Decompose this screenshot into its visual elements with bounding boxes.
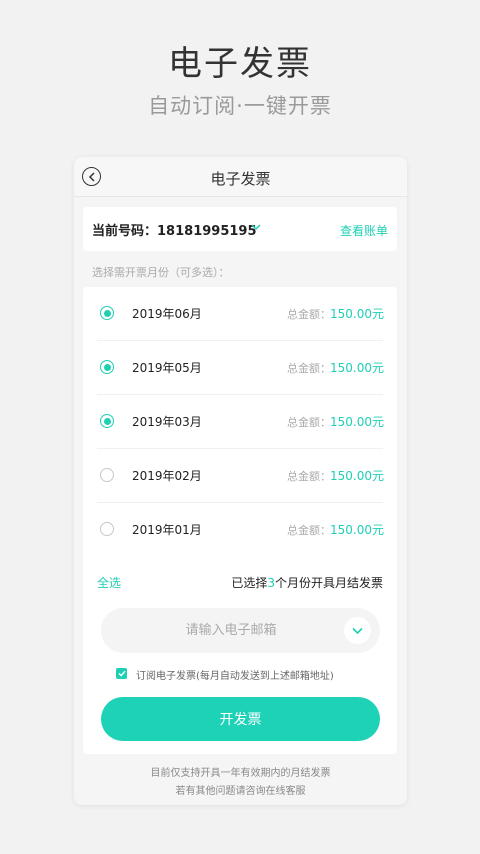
subscribe-label: 订阅电子发票(每月自动发送到上述邮箱地址) <box>136 671 334 682</box>
hero-subtitle: 自动订阅·一键开票 <box>148 94 332 118</box>
list-item[interactable]: 2019年02月 总金额： 150.00元 <box>83 449 397 503</box>
total-label: 总金额： <box>287 524 331 537</box>
month-label: 2019年06月 <box>132 307 202 321</box>
month-list: 2019年06月 总金额： 150.00元 2019年05月 总金额： 150.… <box>83 287 397 754</box>
month-radio[interactable] <box>100 360 114 374</box>
select-all-button[interactable]: 全选 <box>97 574 121 591</box>
month-label: 2019年03月 <box>132 415 202 429</box>
list-item[interactable]: 2019年05月 总金额： 150.00元 <box>83 341 397 395</box>
month-radio[interactable] <box>100 522 114 536</box>
account-number-value: 18181995195 <box>157 224 257 239</box>
nav-bar: 电子发票 <box>74 157 407 197</box>
list-item[interactable]: 2019年03月 总金额： 150.00元 <box>83 395 397 449</box>
nav-title: 电子发票 <box>210 170 271 188</box>
amount-value: 150.00元 <box>330 523 384 537</box>
amount-value: 150.00元 <box>330 469 384 483</box>
choose-month-hint: 选择需开票月份（可多选）： <box>92 266 230 279</box>
summary-prefix: 已选择 <box>231 576 268 590</box>
chevron-down-icon <box>352 627 363 634</box>
view-bill-link[interactable]: 查看账单 <box>340 222 388 239</box>
phone-frame: 电子发票 当前号码：18181995195 查看账单 选择需开票月份（可多选）：… <box>74 157 407 805</box>
issue-invoice-button[interactable]: 开发票 <box>101 697 380 741</box>
month-label: 2019年01月 <box>132 523 202 537</box>
selected-summary: 已选择3个月份开具月结发票 <box>231 574 383 591</box>
amount-value: 150.00元 <box>330 361 384 375</box>
list-item[interactable]: 2019年01月 总金额： 150.00元 <box>83 503 397 557</box>
month-radio[interactable] <box>100 306 114 320</box>
footer-note-2: 若有其他问题请咨询在线客服 <box>175 786 306 797</box>
total-label: 总金额： <box>287 416 331 429</box>
amount-value: 150.00元 <box>330 415 384 429</box>
month-radio[interactable] <box>100 414 114 428</box>
chevron-down-icon[interactable] <box>250 221 262 233</box>
total-label: 总金额： <box>287 362 331 375</box>
total-label: 总金额： <box>287 470 331 483</box>
month-label: 2019年02月 <box>132 469 202 483</box>
summary-suffix: 个月份开具月结发票 <box>274 576 383 590</box>
email-field-wrapper <box>101 608 380 653</box>
list-item[interactable]: 2019年06月 总金额： 150.00元 <box>83 287 397 341</box>
amount-value: 150.00元 <box>330 307 384 321</box>
account-number[interactable]: 当前号码：18181995195 <box>92 220 257 239</box>
month-label: 2019年05月 <box>132 361 202 375</box>
email-dropdown-button[interactable] <box>344 617 371 644</box>
hero-title: 电子发票 <box>168 44 312 84</box>
total-label: 总金额： <box>287 308 331 321</box>
email-input[interactable] <box>121 608 341 653</box>
subscribe-checkbox[interactable] <box>116 668 127 679</box>
check-icon <box>118 670 126 677</box>
account-label: 当前号码： <box>92 224 158 239</box>
month-radio[interactable] <box>100 468 114 482</box>
account-card: 当前号码：18181995195 查看账单 <box>83 207 397 251</box>
selected-count: 3 <box>267 576 275 590</box>
footer-note-1: 目前仅支持开具一年有效期内的月结发票 <box>150 768 331 779</box>
